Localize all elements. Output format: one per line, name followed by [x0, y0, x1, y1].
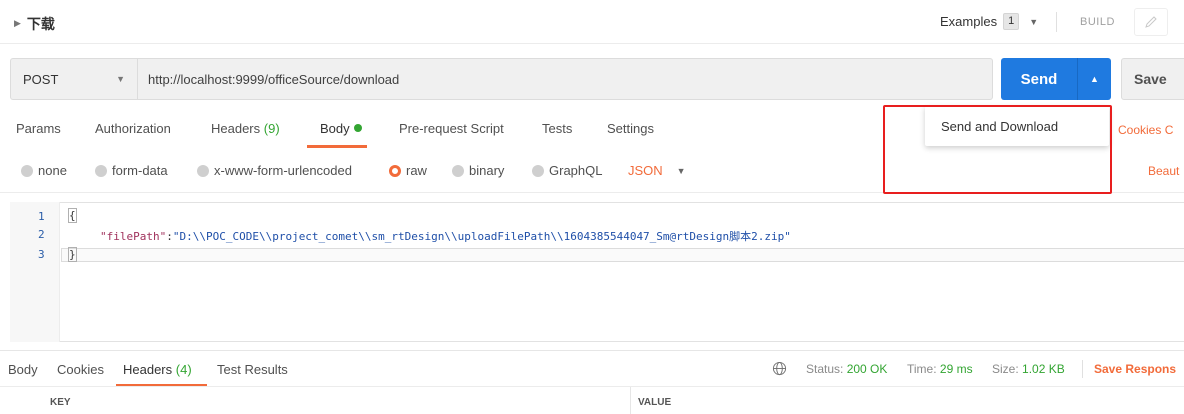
column-header-value: VALUE [638, 397, 672, 408]
open-brace: { [68, 208, 77, 223]
format-select[interactable]: JSON ▼ [628, 163, 686, 178]
line-number: 3 [38, 248, 45, 261]
size-value: 1.02 KB [1022, 362, 1065, 376]
radio-raw-label: raw [406, 163, 427, 178]
radio-none[interactable]: none [21, 163, 67, 178]
column-divider [630, 387, 631, 414]
json-value: "D:\\POC_CODE\\project_comet\\sm_rtDesig… [172, 230, 791, 243]
size-indicator: Size: 1.02 KB [992, 362, 1065, 376]
globe-icon[interactable] [772, 361, 787, 379]
cookies-link[interactable]: Cookies C [1118, 123, 1173, 137]
body-editor[interactable] [10, 202, 1184, 342]
tab-headers-count: (9) [263, 121, 280, 136]
send-options-button[interactable]: ▲ [1077, 58, 1111, 100]
save-button[interactable]: Save [1121, 58, 1184, 100]
close-brace: } [68, 247, 77, 262]
code-line: "filePath":"D:\\POC_CODE\\project_comet\… [100, 228, 791, 244]
size-label: Size: [992, 362, 1019, 376]
line-number: 2 [38, 228, 45, 241]
tab-body[interactable]: Body [320, 121, 362, 136]
chevron-down-icon: ▼ [1029, 16, 1039, 27]
tab-params[interactable]: Params [16, 121, 61, 136]
chevron-down-icon: ▼ [116, 74, 125, 84]
radio-binary[interactable]: binary [452, 163, 504, 178]
radio-graphql-label: GraphQL [549, 163, 603, 178]
radio-graphql[interactable]: GraphQL [532, 163, 602, 178]
tab-headers-label: Headers [211, 121, 261, 136]
expand-caret-icon[interactable]: ▶ [14, 19, 21, 29]
radio-urlencoded-label: x-www-form-urlencoded [214, 163, 352, 178]
radio-urlencoded[interactable]: x-www-form-urlencoded [197, 163, 352, 178]
tab-settings[interactable]: Settings [607, 121, 654, 136]
response-tab-headers[interactable]: Headers (4) [123, 362, 192, 377]
build-button[interactable]: BUILD [1080, 16, 1115, 28]
response-tab-cookies[interactable]: Cookies [57, 362, 104, 377]
examples-label: Examples [940, 14, 998, 29]
examples-count-badge: 1 [1003, 13, 1020, 30]
send-button[interactable]: Send [1001, 58, 1077, 100]
url-input[interactable]: http://localhost:9999/officeSource/downl… [137, 58, 993, 100]
time-value: 29 ms [939, 362, 973, 376]
request-title[interactable]: ▶ 下载 [14, 14, 55, 34]
divider [1056, 12, 1057, 32]
radio-circle-icon [452, 164, 464, 177]
request-name: 下载 [26, 17, 55, 33]
radio-form-data[interactable]: form-data [95, 163, 168, 178]
edit-button[interactable] [1134, 8, 1168, 36]
tab-headers[interactable]: Headers (9) [211, 121, 280, 136]
method-select[interactable]: POST ▼ [10, 58, 138, 100]
radio-selected-icon [389, 164, 401, 177]
url-value: http://localhost:9999/officeSource/downl… [148, 71, 400, 87]
radio-form-data-label: form-data [112, 163, 168, 178]
status-label: Status: [806, 362, 844, 376]
radio-circle-icon [532, 164, 544, 177]
code-line: } [68, 247, 77, 262]
tab-authorization[interactable]: Authorization [95, 121, 171, 136]
chevron-up-icon: ▲ [1090, 74, 1099, 84]
body-indicator-dot [353, 124, 362, 132]
status-value: 200 OK [846, 362, 888, 376]
response-tab-headers-label: Headers [123, 362, 173, 377]
save-response-button[interactable]: Save Respons [1094, 362, 1176, 376]
tab-body-label: Body [320, 121, 350, 136]
divider [0, 350, 1184, 351]
radio-binary-label: binary [469, 163, 505, 178]
time-label: Time: [907, 362, 937, 376]
json-colon: : [166, 230, 173, 243]
radio-none-label: none [38, 163, 67, 178]
time-indicator: Time: 29 ms [907, 362, 973, 376]
format-value: JSON [628, 163, 663, 178]
editor-gutter [10, 202, 60, 342]
active-tab-indicator [307, 145, 367, 148]
divider [0, 386, 1184, 387]
radio-raw[interactable]: raw [389, 163, 427, 178]
tab-tests[interactable]: Tests [542, 121, 572, 136]
radio-circle-icon [197, 164, 209, 177]
beautify-link[interactable]: Beaut [1148, 164, 1179, 178]
divider [1082, 360, 1083, 378]
response-tab-headers-count: (4) [175, 362, 192, 377]
tab-prerequest-script[interactable]: Pre-request Script [399, 121, 504, 136]
line-number: 1 [38, 210, 45, 223]
current-line-highlight [61, 248, 1184, 262]
chevron-down-icon: ▼ [676, 165, 686, 176]
code-line: { [68, 208, 77, 223]
response-tab-body[interactable]: Body [8, 362, 38, 377]
radio-circle-icon [21, 164, 33, 177]
response-tab-test-results[interactable]: Test Results [217, 362, 288, 377]
method-value: POST [23, 71, 59, 87]
radio-circle-icon [95, 164, 107, 177]
highlight-annotation-box [883, 105, 1112, 194]
pencil-icon [1145, 16, 1157, 28]
status-indicator: Status: 200 OK [806, 362, 887, 376]
column-header-key: KEY [50, 397, 71, 408]
json-key: "filePath" [100, 230, 167, 243]
examples-dropdown[interactable]: Examples 1 ▼ [940, 13, 1038, 30]
